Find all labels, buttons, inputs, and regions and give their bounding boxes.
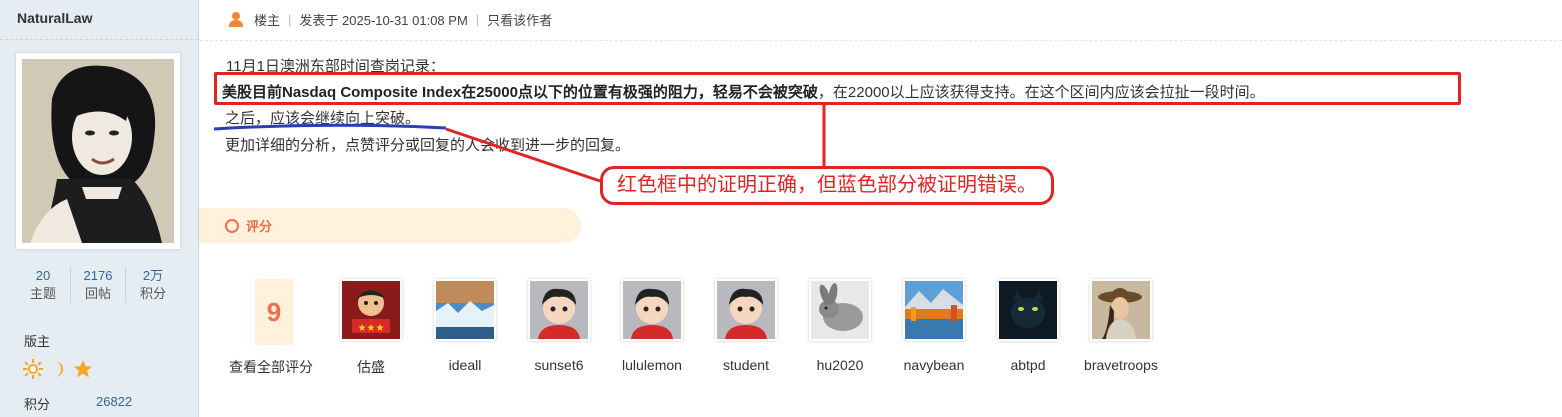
rater-name[interactable]: bravetroops: [1071, 357, 1171, 373]
star-icon: [73, 360, 93, 378]
rater-avatar[interactable]: ★★★: [340, 279, 402, 341]
rater-name[interactable]: navybean: [884, 357, 984, 373]
rate-section-header[interactable]: 评分: [199, 208, 581, 243]
rater-name[interactable]: 估盛: [321, 357, 421, 377]
rater-avatar[interactable]: [809, 279, 871, 341]
only-author-link[interactable]: 只看该作者: [487, 10, 552, 29]
cartoon-red-avatar: ★★★: [342, 281, 400, 339]
credit-label: 积分: [24, 397, 51, 412]
divider: [0, 39, 198, 40]
rater-item[interactable]: abtpd: [978, 279, 1078, 373]
meta-divider: |: [475, 11, 480, 27]
rater-name[interactable]: lululemon: [602, 357, 702, 373]
stat-value: 20: [35, 268, 51, 283]
default-boy-avatar: [623, 281, 681, 339]
view-all-ratings-link[interactable]: 查看全部评分: [229, 357, 313, 377]
rater-name[interactable]: ideall: [415, 357, 515, 373]
post-meta: 楼主 | 发表于 2025-10-31 01:08 PM | 只看该作者: [228, 9, 552, 29]
autumn-lake-avatar: [905, 281, 963, 339]
stat-label: 主题: [29, 286, 56, 301]
rater-avatar[interactable]: [997, 279, 1059, 341]
author-stats: 20 主题 2176 回帖 2万 积分: [16, 267, 180, 303]
moon-icon: [55, 361, 63, 377]
rater-item[interactable]: ideall: [415, 279, 515, 373]
stat-value: 2176: [83, 268, 113, 283]
rater-name[interactable]: student: [696, 357, 796, 373]
svg-text:★★★: ★★★: [358, 323, 385, 334]
rater-item[interactable]: hu2020: [790, 279, 890, 373]
circle-icon: [225, 218, 239, 233]
woman-hat-avatar: [1092, 281, 1150, 339]
user-icon: [229, 12, 243, 27]
rating-count[interactable]: 9: [255, 279, 293, 345]
rater-item[interactable]: student: [696, 279, 796, 373]
stat-label: 回帖: [84, 286, 111, 301]
stat-value: 2万: [142, 268, 164, 283]
default-boy-avatar: [530, 281, 588, 339]
stat-replies[interactable]: 2176 回帖: [70, 267, 125, 303]
floor-label: 楼主: [254, 12, 281, 28]
stat-points[interactable]: 2万 积分: [125, 267, 180, 303]
default-boy-avatar: [717, 281, 775, 339]
rater-name[interactable]: hu2020: [790, 357, 890, 373]
badge-row: [23, 359, 93, 379]
author-photo: [22, 59, 174, 243]
rater-item[interactable]: bravetroops: [1071, 279, 1171, 373]
rater-item[interactable]: lululemon: [602, 279, 702, 373]
credit-value: 26822: [96, 394, 133, 409]
stat-threads[interactable]: 20 主题: [16, 267, 70, 303]
avatar[interactable]: [16, 53, 180, 249]
rabbit-sketch-avatar: [811, 281, 869, 339]
author-name[interactable]: NaturalLaw: [17, 10, 92, 26]
rater-avatar[interactable]: [528, 279, 590, 341]
red-highlight-box: [214, 72, 1461, 105]
rater-avatar[interactable]: [903, 279, 965, 341]
post-line-3: 之后，应该会继续向上突破。: [225, 110, 421, 127]
sun-icon: [23, 359, 43, 379]
rater-avatar[interactable]: [434, 279, 496, 341]
divider: [200, 40, 1562, 41]
rater-name[interactable]: abtpd: [978, 357, 1078, 373]
rater-name[interactable]: sunset6: [509, 357, 609, 373]
rate-label: 评分: [246, 219, 273, 234]
rater-item[interactable]: navybean: [884, 279, 984, 373]
rater-item[interactable]: sunset6: [509, 279, 609, 373]
rater-avatar[interactable]: [1090, 279, 1152, 341]
stat-label: 积分: [139, 286, 166, 301]
panther-avatar: [999, 281, 1057, 339]
user-group[interactable]: 版主: [24, 331, 50, 350]
post-line-4: 更加详细的分析，点赞评分或回复的人会收到进一步的回复。: [225, 137, 631, 154]
rater-avatar[interactable]: [715, 279, 777, 341]
rater-item[interactable]: ★★★ 估盛: [321, 279, 421, 377]
meta-divider: |: [288, 11, 292, 27]
annotation-callout: 红色框中的证明正确，但蓝色部分被证明错误。: [600, 166, 1054, 205]
rater-avatar[interactable]: [621, 279, 683, 341]
post-time: 发表于 2025-10-31 01:08 PM: [299, 12, 468, 28]
author-panel: NaturalLaw 20 主题 2176 回帖 2万 积分 版主 积分 268…: [0, 0, 199, 417]
glacier-avatar: [436, 281, 494, 339]
